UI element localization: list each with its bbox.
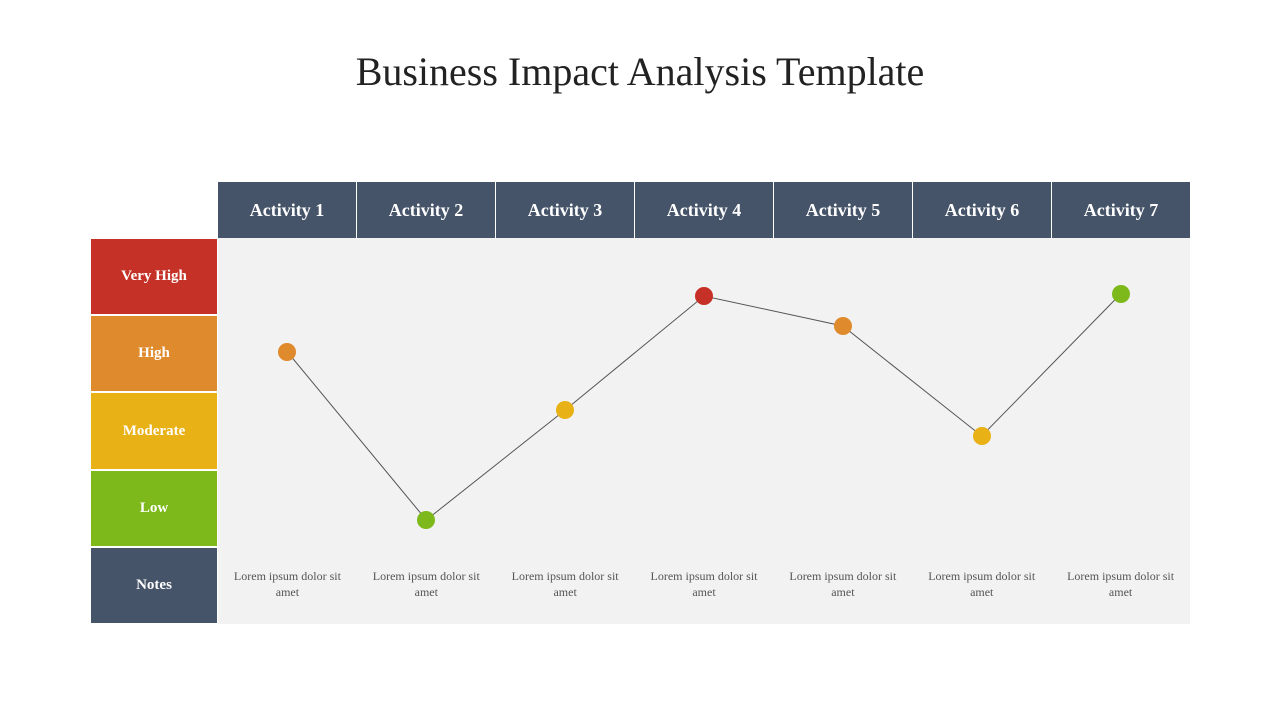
note-4: Lorem ipsum dolor sit amet — [635, 546, 774, 624]
level-very-high: Very High — [90, 238, 218, 315]
note-2: Lorem ipsum dolor sit amet — [357, 546, 496, 624]
data-point-5 — [834, 317, 852, 335]
note-6: Lorem ipsum dolor sit amet — [912, 546, 1051, 624]
impact-level-sidebar: Very High High Moderate Low Notes — [90, 238, 218, 624]
data-point-7 — [1112, 285, 1130, 303]
data-point-1 — [278, 343, 296, 361]
data-point-4 — [695, 287, 713, 305]
note-1: Lorem ipsum dolor sit amet — [218, 546, 357, 624]
col-header-6: Activity 6 — [912, 182, 1051, 238]
plot-background: Activity 1 Activity 2 Activity 3 Activit… — [218, 182, 1190, 624]
col-header-5: Activity 5 — [773, 182, 912, 238]
data-point-3 — [556, 401, 574, 419]
col-header-1: Activity 1 — [218, 182, 356, 238]
data-point-2 — [417, 511, 435, 529]
page-title: Business Impact Analysis Template — [0, 0, 1280, 95]
col-header-4: Activity 4 — [634, 182, 773, 238]
plot-area — [218, 238, 1190, 546]
col-header-2: Activity 2 — [356, 182, 495, 238]
level-low: Low — [90, 470, 218, 547]
level-moderate: Moderate — [90, 392, 218, 469]
data-point-6 — [973, 427, 991, 445]
notes-row: Lorem ipsum dolor sit amet Lorem ipsum d… — [218, 546, 1190, 624]
note-5: Lorem ipsum dolor sit amet — [773, 546, 912, 624]
col-header-3: Activity 3 — [495, 182, 634, 238]
level-notes: Notes — [90, 547, 218, 624]
note-3: Lorem ipsum dolor sit amet — [496, 546, 635, 624]
level-high: High — [90, 315, 218, 392]
column-header-row: Activity 1 Activity 2 Activity 3 Activit… — [218, 182, 1190, 238]
line-path — [218, 238, 1190, 546]
col-header-7: Activity 7 — [1051, 182, 1190, 238]
note-7: Lorem ipsum dolor sit amet — [1051, 546, 1190, 624]
chart-container: Very High High Moderate Low Notes Activi… — [90, 182, 1190, 624]
